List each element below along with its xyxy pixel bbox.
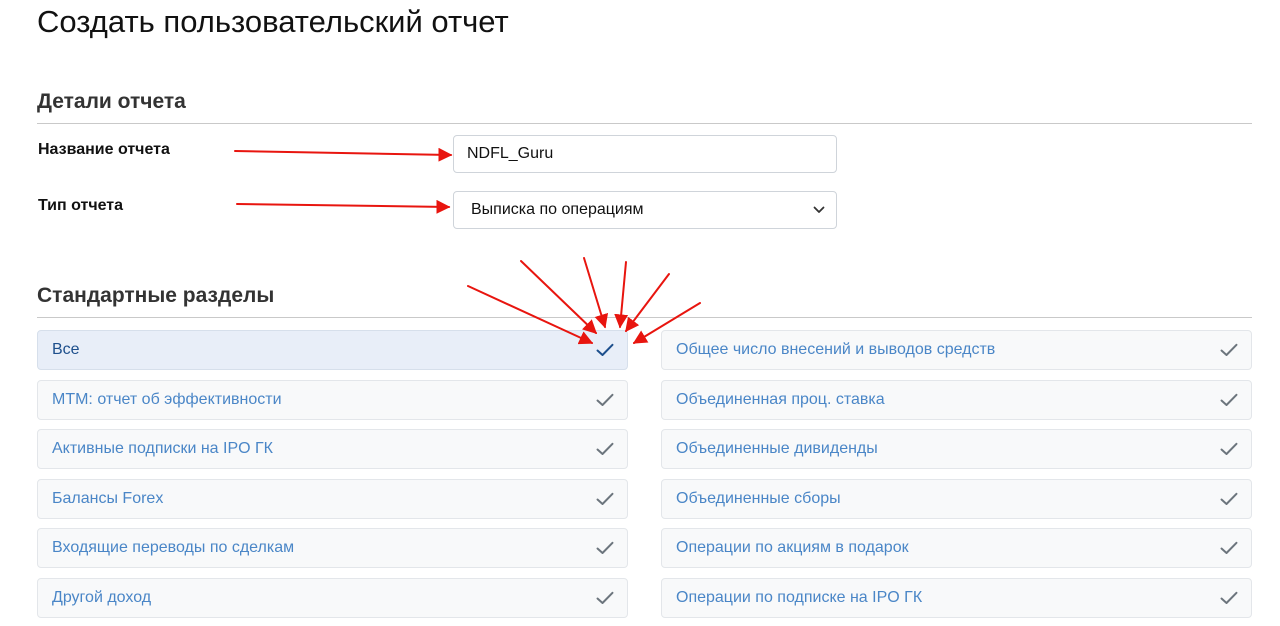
report-type-label: Тип отчета — [38, 197, 124, 214]
check-icon — [1220, 591, 1238, 604]
section-option-label: Все — [52, 341, 80, 358]
details-section-title: Детали отчета — [37, 90, 186, 113]
section-option[interactable]: Объединенные сборы — [661, 478, 1252, 519]
report-builder-page: Создать пользовательский отчет Детали от… — [0, 0, 1280, 626]
section-option-label: Объединенные сборы — [676, 489, 841, 507]
section-option[interactable]: Объединенная проц. ставка — [661, 379, 1252, 420]
check-icon — [596, 442, 614, 456]
check-icon — [596, 393, 614, 406]
section-option-label: Активные подписки на IPO ГК — [52, 440, 273, 458]
report-type-select[interactable]: Выписка по операциям — [453, 191, 837, 229]
check-icon — [1220, 393, 1238, 406]
section-option-label: Объединенные дивиденды — [676, 440, 878, 458]
report-type-value: Выписка по операциям — [471, 201, 644, 218]
section-option[interactable]: Объединенные дивиденды — [661, 429, 1252, 470]
section-option[interactable]: Входящие переводы по сделкам — [37, 528, 628, 569]
check-icon — [1220, 542, 1238, 555]
report-name-input[interactable] — [453, 135, 837, 173]
section-option-label: Общее число внесений и выводов средств — [676, 341, 996, 358]
section-option[interactable]: Операции по акциям в подарок — [661, 528, 1252, 569]
standard-sections-title: Стандартные разделы — [37, 284, 275, 307]
section-option[interactable]: Операции по подписке на IPO ГК — [661, 577, 1252, 618]
sections-left-column: Все MTM: отчет об эффективности Активные… — [37, 330, 628, 626]
section-option-label: Другой доход — [52, 588, 152, 606]
check-icon — [1220, 442, 1238, 456]
section-option-label: Операции по подписке на IPO ГК — [676, 588, 923, 606]
report-name-label: Название отчета — [38, 141, 170, 158]
section-option-label: Объединенная проц. ставка — [676, 390, 885, 408]
arrow-icon — [625, 273, 670, 333]
section-option-label: Операции по акциям в подарок — [676, 539, 909, 557]
section-option-label: MTM: отчет об эффективности — [52, 390, 282, 408]
check-icon — [596, 343, 614, 356]
section-option[interactable]: Другой доход — [37, 577, 628, 618]
check-icon — [596, 542, 614, 555]
standard-sections-divider — [37, 317, 1252, 318]
arrow-icon — [520, 260, 598, 334]
chevron-down-icon — [813, 206, 825, 213]
arrow-icon — [234, 147, 453, 162]
page-title: Создать пользовательский отчет — [37, 4, 509, 39]
section-option[interactable]: Активные подписки на IPO ГК — [37, 429, 628, 470]
sections-right-column: Общее число внесений и выводов средств О… — [661, 330, 1252, 626]
arrow-icon — [236, 199, 451, 214]
check-icon — [1220, 343, 1238, 356]
section-option[interactable]: Общее число внесений и выводов средств — [661, 330, 1252, 370]
section-option-label: Входящие переводы по сделкам — [52, 539, 295, 557]
section-option[interactable]: MTM: отчет об эффективности — [37, 379, 628, 420]
section-option-label: Балансы Forex — [52, 489, 164, 507]
check-icon — [596, 591, 614, 604]
check-icon — [1220, 492, 1238, 505]
check-icon — [596, 492, 614, 505]
details-divider — [37, 123, 1252, 124]
section-option[interactable]: Все — [37, 330, 628, 370]
section-option[interactable]: Балансы Forex — [37, 478, 628, 519]
